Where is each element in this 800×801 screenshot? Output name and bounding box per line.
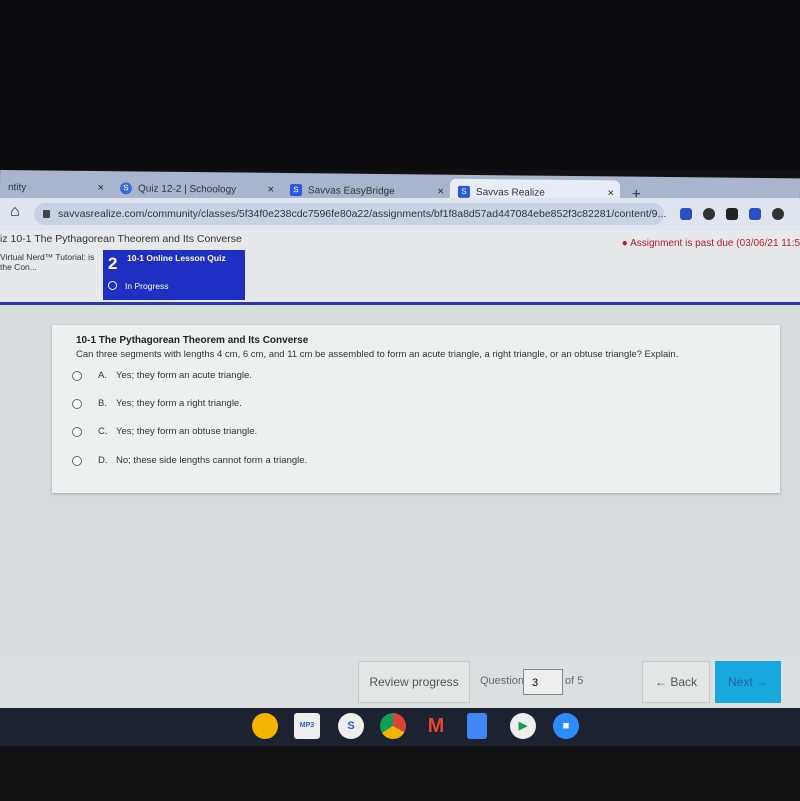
option-text: Yes; they form an acute triangle. xyxy=(116,370,252,381)
url-bar[interactable]: savvasrealize.com/community/classes/5f34… xyxy=(34,203,667,225)
extension-icon[interactable] xyxy=(680,208,692,220)
quiz-footer: Review progress Question 3 of 5 ← Back N… xyxy=(0,655,800,710)
tab-label: Quiz 12-2 | Schoology xyxy=(137,182,237,195)
radio-button[interactable] xyxy=(72,398,82,409)
question-number-input[interactable]: 3 xyxy=(523,669,563,695)
tab-label: ntity xyxy=(7,181,27,193)
close-icon[interactable]: × xyxy=(437,186,444,198)
play-store-icon[interactable]: ▶ xyxy=(510,713,536,739)
close-icon[interactable]: × xyxy=(97,182,104,194)
savvas-icon: S xyxy=(457,185,471,198)
docs-icon[interactable] xyxy=(467,713,487,739)
screen-bezel xyxy=(0,0,800,170)
past-due-text: Assignment is past due (03/06/21 11:5 xyxy=(630,238,800,249)
radio-button[interactable] xyxy=(72,426,82,437)
close-icon[interactable]: × xyxy=(267,184,274,196)
taskbar: MP3 S M ▶ ■ xyxy=(0,708,800,746)
home-icon[interactable]: ⌂ xyxy=(10,203,20,221)
tab-label: Savvas Realize xyxy=(475,186,545,199)
option-text: Yes; they form a right triangle. xyxy=(116,398,242,409)
item-status: In Progress xyxy=(125,281,169,291)
gmail-icon[interactable]: M xyxy=(423,713,449,739)
option-d[interactable]: D. No; these side lengths cannot form a t… xyxy=(72,455,307,466)
option-letter: B. xyxy=(98,398,107,409)
extension-icon[interactable] xyxy=(772,208,784,220)
radio-button[interactable] xyxy=(72,370,82,381)
assignment-header: iz 10-1 The Pythagorean Theorem and Its … xyxy=(0,230,800,302)
option-b[interactable]: B. Yes; they form a right triangle. xyxy=(72,398,242,409)
option-letter: D. xyxy=(98,455,108,466)
back-button[interactable]: ← Back xyxy=(642,661,710,703)
option-letter: A. xyxy=(98,370,107,381)
option-a[interactable]: A. Yes; they form an acute triangle. xyxy=(72,370,252,381)
schoology-icon[interactable]: S xyxy=(338,713,364,739)
current-item-quiz[interactable]: 2 10-1 Online Lesson Quiz In Progress xyxy=(103,250,245,300)
schoology-icon: S xyxy=(119,182,133,195)
mp3-icon[interactable]: MP3 xyxy=(294,713,320,739)
item-title: 10-1 Online Lesson Quiz xyxy=(127,253,226,263)
question-total: of 5 xyxy=(565,675,584,687)
question-label: Question xyxy=(480,675,525,687)
question-title: 10-1 The Pythagorean Theorem and Its Con… xyxy=(76,335,309,346)
prev-item-link[interactable]: Virtual Nerd™ Tutorial: is the Con... xyxy=(0,252,100,272)
zoom-icon[interactable]: ■ xyxy=(553,713,579,739)
option-letter: C. xyxy=(98,426,108,437)
radio-button[interactable] xyxy=(72,455,82,466)
review-progress-button[interactable]: Review progress xyxy=(358,661,470,703)
option-text: Yes; they form an obtuse triangle. xyxy=(116,426,258,437)
item-number: 2 xyxy=(108,254,118,273)
extension-icon[interactable] xyxy=(726,208,738,220)
lock-icon xyxy=(43,210,50,218)
keep-icon[interactable] xyxy=(252,713,278,739)
page-title: iz 10-1 The Pythagorean Theorem and Its … xyxy=(0,233,242,245)
option-text: No; these side lengths cannot form a tri… xyxy=(116,455,308,466)
clock-icon xyxy=(108,281,117,290)
main-content: 10-1 The Pythagorean Theorem and Its Con… xyxy=(0,302,800,657)
extension-icon[interactable] xyxy=(749,208,761,220)
next-button[interactable]: Next → xyxy=(715,661,781,703)
alert-icon: ● xyxy=(621,238,628,249)
chrome-icon[interactable] xyxy=(380,713,406,739)
question-card: 10-1 The Pythagorean Theorem and Its Con… xyxy=(52,325,780,493)
question-text: Can three segments with lengths 4 cm, 6 … xyxy=(76,349,679,360)
option-c[interactable]: C. Yes; they form an obtuse triangle. xyxy=(72,426,257,437)
extension-icon[interactable] xyxy=(703,208,715,220)
tab-label: Savvas EasyBridge xyxy=(307,184,395,197)
savvas-icon: S xyxy=(289,184,303,197)
address-bar-row: ⌂ savvasrealize.com/community/classes/5f… xyxy=(0,198,800,230)
url-text: savvasrealize.com/community/classes/5f34… xyxy=(58,208,667,220)
past-due-notice: ● Assignment is past due (03/06/21 11:5 xyxy=(622,238,800,249)
